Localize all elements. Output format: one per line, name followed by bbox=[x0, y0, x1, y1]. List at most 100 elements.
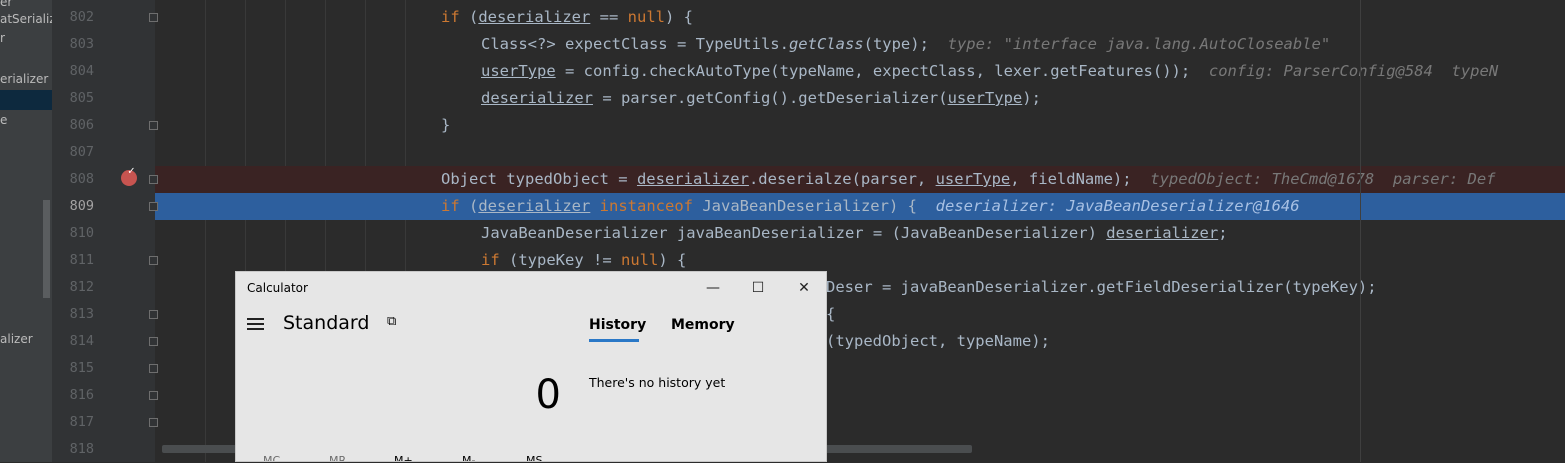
fold-marker-icon[interactable] bbox=[149, 391, 158, 400]
code-token: deserializer bbox=[478, 8, 591, 26]
code-text[interactable]: Object typedObject = deserializer.deseri… bbox=[441, 166, 1496, 193]
code-token: deserializer bbox=[481, 89, 593, 107]
code-keyword: null bbox=[627, 8, 665, 26]
line-number[interactable]: 811 bbox=[52, 247, 94, 274]
project-tree-item-selected[interactable] bbox=[0, 90, 52, 110]
code-keyword: if bbox=[441, 197, 460, 215]
fold-marker-icon[interactable] bbox=[149, 13, 158, 22]
calculator-display: 0 bbox=[535, 372, 561, 418]
fold-marker-icon[interactable] bbox=[149, 364, 158, 373]
fold-marker-icon[interactable] bbox=[149, 418, 158, 427]
code-token: ; bbox=[1218, 224, 1228, 242]
line-number[interactable]: 808 bbox=[52, 166, 94, 193]
code-text[interactable]: if (deserializer instanceof JavaBeanDese… bbox=[441, 193, 1300, 220]
fold-marker-icon[interactable] bbox=[149, 175, 158, 184]
line-number[interactable]: 807 bbox=[52, 139, 94, 166]
code-line[interactable] bbox=[155, 4, 1565, 31]
project-tree-item[interactable]: erializer bbox=[0, 69, 52, 89]
code-line[interactable] bbox=[155, 247, 1565, 274]
code-text[interactable]: if (deserializer == null) { bbox=[441, 4, 693, 31]
code-token: (type); bbox=[863, 35, 948, 53]
inline-debug-value: type: "interface java.lang.AutoCloseable… bbox=[947, 35, 1331, 53]
line-number[interactable]: 802 bbox=[52, 4, 94, 31]
line-number[interactable]: 813 bbox=[52, 301, 94, 328]
line-number[interactable]: 814 bbox=[52, 328, 94, 355]
line-number[interactable]: 815 bbox=[52, 355, 94, 382]
code-text[interactable]: deserializer = parser.getConfig().getDes… bbox=[481, 85, 1041, 112]
code-token: , fieldName); bbox=[1010, 170, 1151, 188]
fold-marker-icon[interactable] bbox=[149, 337, 158, 346]
line-number[interactable]: 812 bbox=[52, 274, 94, 301]
code-token: userType bbox=[935, 170, 1011, 188]
code-token: .deserialze(parser, bbox=[748, 170, 936, 188]
line-number[interactable]: 810 bbox=[52, 220, 94, 247]
line-number[interactable]: 804 bbox=[52, 58, 94, 85]
code-keyword: null bbox=[621, 251, 659, 269]
code-token: ); bbox=[1022, 89, 1041, 107]
tab-memory[interactable]: Memory bbox=[671, 317, 735, 333]
memory-add-button[interactable]: M+ bbox=[394, 454, 413, 461]
code-token: = config.checkAutoType(typeName, expectC… bbox=[555, 62, 1209, 80]
code-text[interactable]: JavaBeanDeserializer javaBeanDeserialize… bbox=[481, 220, 1228, 247]
keep-on-top-icon[interactable]: ⧉ bbox=[387, 315, 403, 329]
code-token: Class<?> expectClass = TypeUtils. bbox=[481, 35, 789, 53]
line-number[interactable]: 806 bbox=[52, 112, 94, 139]
line-number[interactable]: 817 bbox=[52, 409, 94, 436]
calculator-window[interactable]: Calculator — ☐ ✕ Standard ⧉ History Memo… bbox=[235, 271, 827, 462]
line-number[interactable]: 805 bbox=[52, 85, 94, 112]
code-token: deserializer bbox=[1106, 224, 1219, 242]
code-token: = parser.getConfig().getDeserializer( bbox=[592, 89, 948, 107]
code-keyword: if bbox=[481, 251, 500, 269]
code-keyword: if bbox=[441, 8, 460, 26]
line-number[interactable]: 809 bbox=[52, 193, 94, 220]
code-text[interactable]: if (typeKey != null) { bbox=[481, 247, 686, 274]
memory-store-button[interactable]: MS bbox=[526, 454, 542, 461]
code-token: Object typedObject = bbox=[441, 170, 637, 188]
code-text[interactable]: { bbox=[826, 301, 835, 328]
code-token: userType bbox=[947, 89, 1023, 107]
memory-recall-button[interactable]: MR bbox=[329, 454, 346, 461]
code-text[interactable]: Class<?> expectClass = TypeUtils.getClas… bbox=[481, 31, 1330, 58]
fold-marker-icon[interactable] bbox=[149, 256, 158, 265]
project-tree-item[interactable]: alizer bbox=[0, 329, 52, 349]
fold-marker-icon[interactable] bbox=[149, 202, 158, 211]
code-token: JavaBeanDeserializer javaBeanDeserialize… bbox=[481, 224, 1107, 242]
project-tree-item[interactable]: r bbox=[0, 28, 52, 48]
memory-subtract-button[interactable]: M- bbox=[462, 454, 475, 461]
project-tree-item[interactable]: e bbox=[0, 110, 52, 130]
memory-clear-button[interactable]: MC bbox=[263, 454, 280, 461]
code-line[interactable] bbox=[155, 112, 1565, 139]
line-number[interactable]: 818 bbox=[52, 436, 94, 463]
code-token: JavaBeanDeserializer) { bbox=[693, 197, 936, 215]
code-text[interactable]: userType = config.checkAutoType(typeName… bbox=[481, 58, 1498, 85]
line-number[interactable]: 803 bbox=[52, 31, 94, 58]
project-panel-scrollbar[interactable] bbox=[43, 200, 50, 298]
history-empty-message: There's no history yet bbox=[589, 375, 726, 390]
maximize-icon[interactable]: ☐ bbox=[747, 278, 769, 298]
fold-marker-icon[interactable] bbox=[149, 310, 158, 319]
calculator-mode-title: Standard bbox=[283, 312, 370, 334]
code-text[interactable]: } bbox=[441, 112, 450, 139]
inline-debug-value: deserializer: JavaBeanDeserializer@1646 bbox=[935, 197, 1300, 215]
code-token: { bbox=[826, 305, 836, 323]
code-line[interactable] bbox=[155, 139, 1565, 166]
code-token: getClass bbox=[788, 35, 864, 53]
code-keyword: instanceof bbox=[599, 197, 693, 215]
breakpoint-check-icon: ✓ bbox=[128, 164, 135, 177]
code-text[interactable]: Deser = javaBeanDeserializer.getFieldDes… bbox=[826, 274, 1377, 301]
active-tab-indicator bbox=[589, 339, 639, 342]
hamburger-menu-icon[interactable] bbox=[247, 318, 264, 330]
project-tree-item[interactable]: atSerializ bbox=[0, 9, 52, 29]
close-icon[interactable]: ✕ bbox=[793, 278, 815, 298]
code-token: ( bbox=[459, 8, 479, 26]
minimize-icon[interactable]: — bbox=[702, 278, 724, 298]
fold-marker-icon[interactable] bbox=[149, 121, 158, 130]
project-panel: er atSerializ r erializer e alizer bbox=[0, 0, 52, 462]
tab-history[interactable]: History bbox=[589, 317, 646, 333]
code-token: ) { bbox=[658, 251, 687, 269]
line-number[interactable]: 816 bbox=[52, 382, 94, 409]
inline-debug-value: typedObject: TheCmd@1678 parser: Def bbox=[1150, 170, 1496, 188]
code-text[interactable]: (typedObject, typeName); bbox=[826, 328, 1050, 355]
code-token: == bbox=[590, 8, 628, 26]
